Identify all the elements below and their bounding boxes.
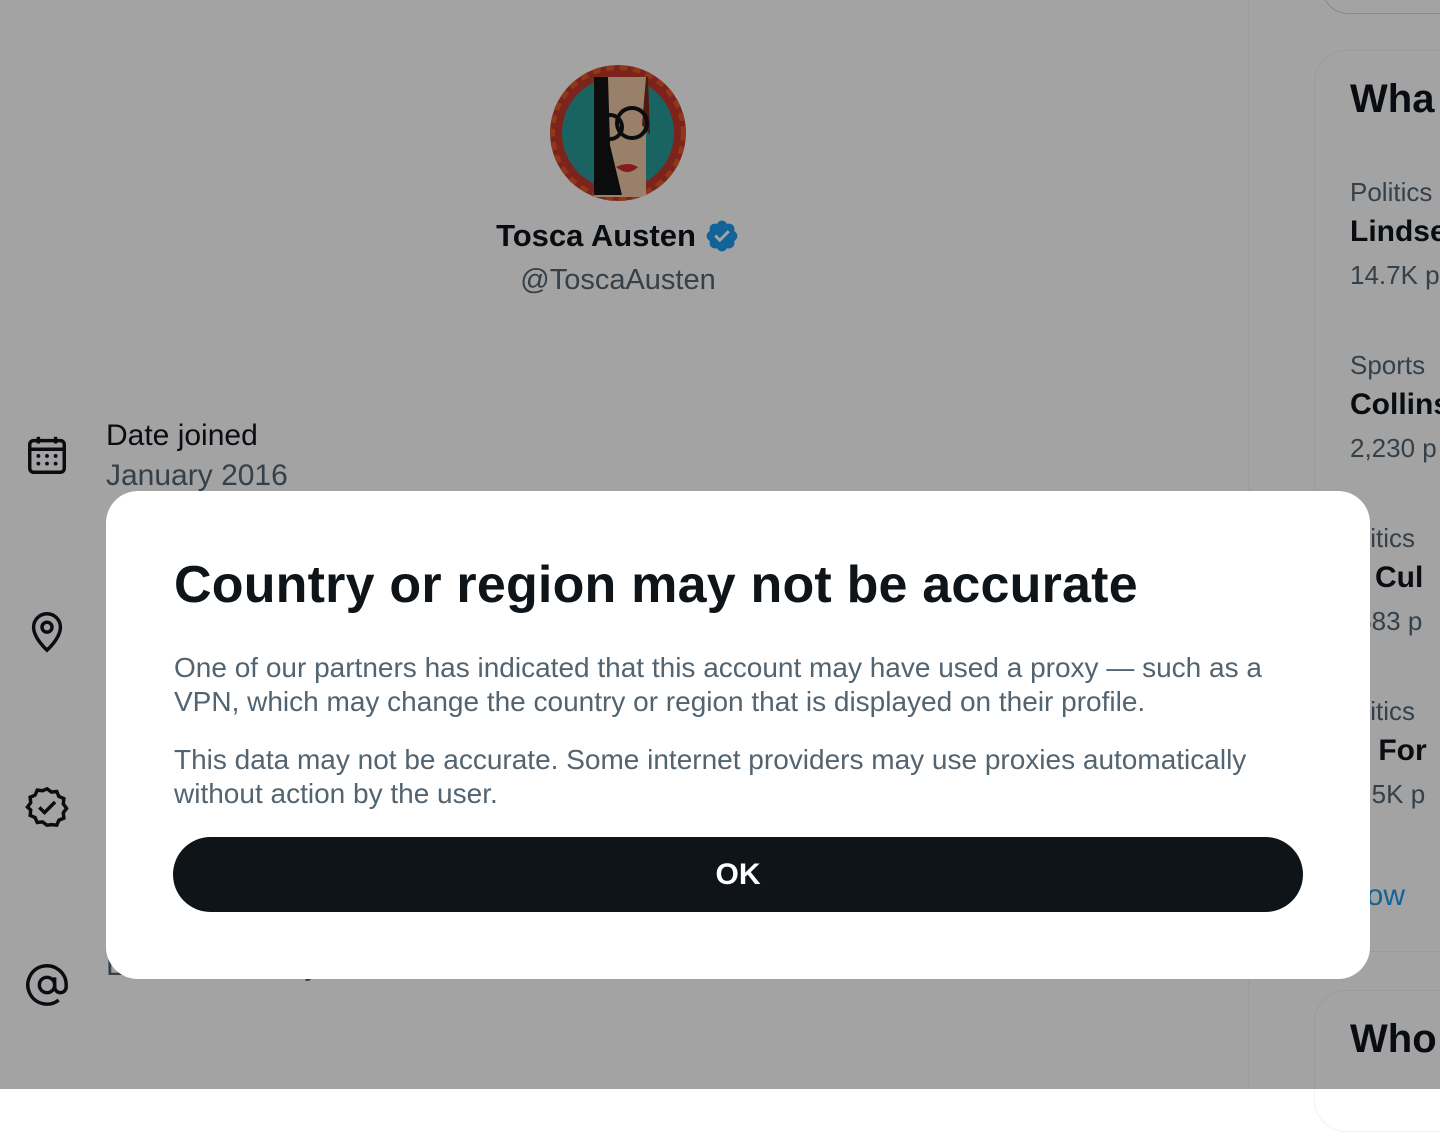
proxy-warning-dialog: Country or region may not be accurate On…	[106, 491, 1370, 979]
dialog-paragraph-2: This data may not be accurate. Some inte…	[174, 744, 1247, 809]
ok-button[interactable]: OK	[173, 837, 1303, 912]
dialog-title: Country or region may not be accurate	[174, 556, 1138, 614]
dialog-paragraph-1: One of our partners has indicated that t…	[174, 652, 1262, 717]
